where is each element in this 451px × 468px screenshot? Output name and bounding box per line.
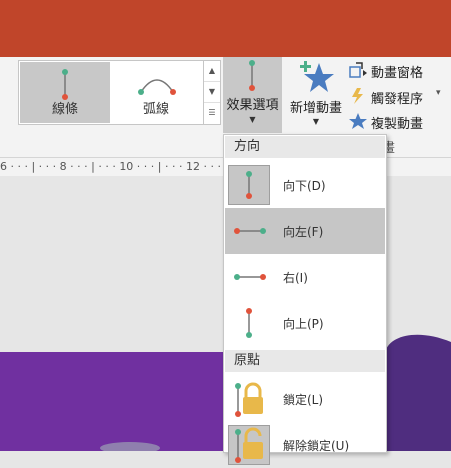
title-bar — [0, 0, 451, 57]
menu-item-label: 向左(F) — [283, 225, 324, 239]
section-header-direction: 方向 — [225, 136, 385, 158]
path-up-icon — [228, 303, 270, 343]
gallery-scroll-down-button[interactable]: ▼ — [204, 82, 220, 103]
gallery-more-button[interactable]: ☰ — [204, 103, 220, 123]
menu-item-left[interactable]: 向左(F) — [225, 208, 385, 254]
menu-item-locked[interactable]: 鎖定(L) — [225, 376, 385, 422]
line-path-icon — [249, 60, 255, 91]
menu-item-right[interactable]: 右(I) — [225, 254, 385, 300]
gallery-item-arcs[interactable]: 弧線 — [111, 62, 201, 123]
animation-pane-button[interactable]: 動畫窗格 — [348, 59, 451, 81]
menu-item-label: 向下(D) — [283, 179, 326, 193]
add-animation-button[interactable]: 新增動畫 ▼ — [286, 57, 346, 133]
menu-item-label: 向上(P) — [283, 317, 324, 331]
line-path-icon — [62, 69, 68, 100]
gallery-scrollbar: ▲ ▼ ☰ — [203, 60, 221, 125]
unlock-icon — [228, 425, 270, 465]
trigger-button[interactable]: 觸發程序 ▾ — [348, 85, 451, 107]
animation-pane-icon — [349, 62, 367, 78]
gallery-item-label: 弧線 — [142, 102, 169, 117]
effect-options-button[interactable]: 效果選項 ▼ — [223, 57, 282, 133]
path-left-icon — [228, 211, 270, 251]
gallery-item-lines[interactable]: 線條 — [20, 62, 110, 123]
menu-item-label: 解除鎖定(U) — [283, 439, 350, 453]
menu-item-down[interactable]: 向下(D) — [225, 162, 385, 208]
gallery-item-label: 線條 — [51, 102, 78, 117]
lightning-icon — [352, 88, 363, 104]
gallery-scroll-up-button[interactable]: ▲ — [204, 61, 220, 82]
lock-icon — [228, 379, 270, 419]
animation-painter-icon — [349, 113, 367, 129]
motion-path-gallery: 線條 弧線 — [18, 60, 205, 125]
arc-path-icon — [138, 79, 176, 95]
menu-item-label: 右(I) — [283, 271, 308, 285]
path-right-icon — [228, 257, 270, 297]
chevron-down-icon: ▼ — [312, 117, 320, 126]
chevron-down-icon: ▾ — [436, 88, 441, 98]
trigger-label: 觸發程序 — [371, 92, 424, 107]
menu-item-unlocked[interactable]: 解除鎖定(U) — [225, 422, 385, 468]
menu-item-label: 鎖定(L) — [283, 393, 324, 407]
path-down-icon — [228, 165, 270, 205]
effect-options-menu: 方向 向下(D) 向左(F) 右(I) 向上(P) 原點 鎖定(L) 解除鎖定(… — [223, 134, 387, 465]
add-animation-star-icon — [300, 61, 334, 92]
section-header-origin: 原點 — [225, 350, 385, 372]
animation-pane-label: 動畫窗格 — [371, 66, 424, 81]
chevron-down-icon: ▼ — [249, 115, 256, 124]
effect-options-label: 效果選項 — [226, 98, 279, 113]
menu-item-up[interactable]: 向上(P) — [225, 300, 385, 346]
animation-painter-button[interactable]: 複製動畫 — [348, 110, 451, 132]
animation-painter-label: 複製動畫 — [371, 117, 424, 132]
add-animation-label: 新增動畫 — [289, 101, 342, 116]
